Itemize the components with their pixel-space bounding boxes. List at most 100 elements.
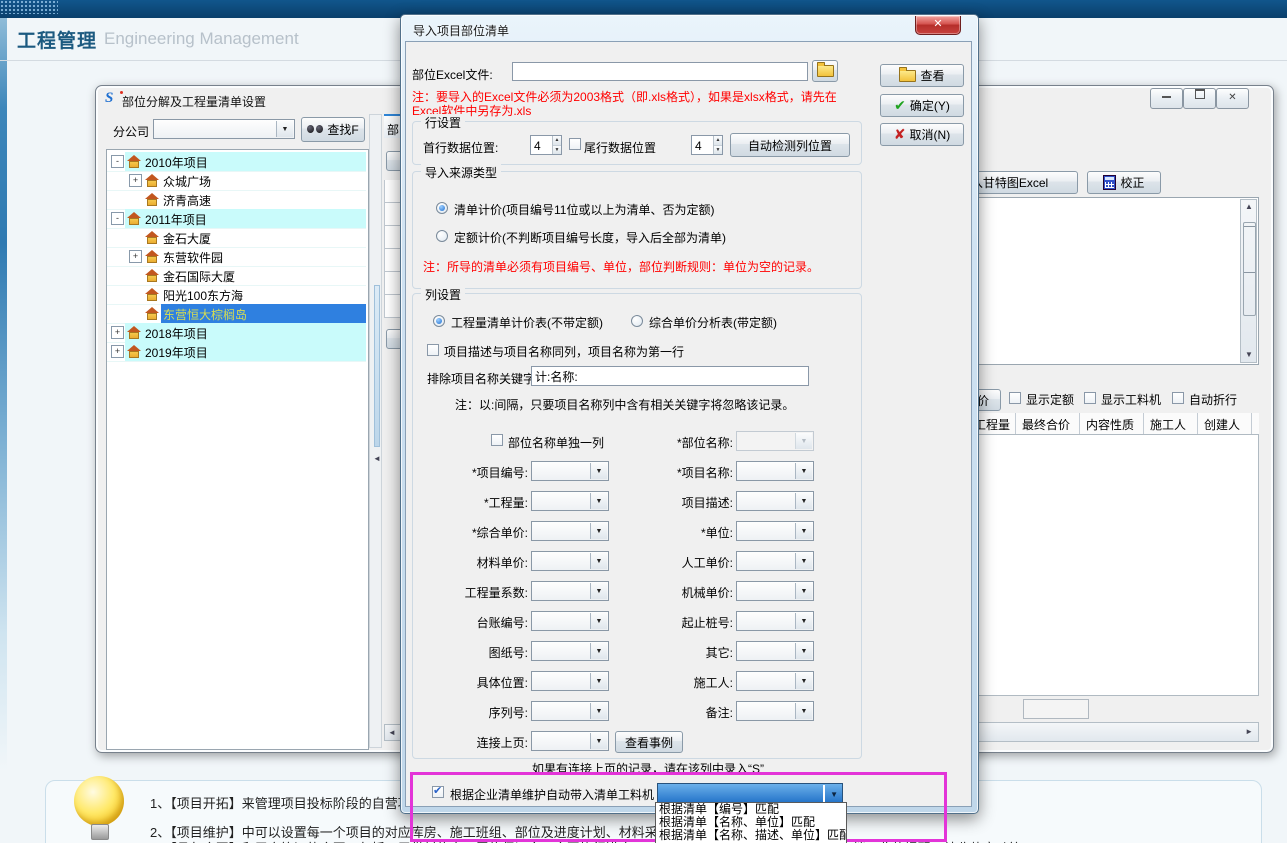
part-name-select[interactable]: ▼	[736, 431, 814, 451]
tree-expand-icon[interactable]: +	[129, 250, 142, 263]
boq-table-radio[interactable]	[433, 315, 445, 327]
tree-item-jiqing[interactable]: 济青高速	[107, 190, 366, 210]
dropdown-option-3[interactable]: 根据清单【名称、描述、单位】匹配	[656, 829, 846, 842]
tree-item-2011[interactable]: - 2011年项目	[107, 209, 366, 229]
column-header[interactable]: 创建人	[1198, 413, 1252, 434]
exclude-note: 注：以:间隔，只要项目名称列中含有相关关键字将忽略该记录。	[455, 396, 794, 413]
project-code-select[interactable]: ▼	[531, 461, 609, 481]
material-price-select[interactable]: ▼	[531, 551, 609, 571]
exclude-keyword-input[interactable]	[531, 366, 809, 386]
combined-price-select[interactable]: ▼	[531, 521, 609, 541]
tree-item-2018[interactable]: + 2018年项目	[107, 323, 366, 343]
close-button[interactable]: ✕	[1216, 88, 1249, 109]
unit-analysis-radio[interactable]	[631, 315, 643, 327]
drawing-no-select[interactable]: ▼	[531, 641, 609, 661]
branch-combobox[interactable]: ▼	[153, 119, 295, 139]
app-subtitle: Engineering Management	[104, 29, 299, 49]
other-select[interactable]: ▼	[736, 641, 814, 661]
field-label: 备注:	[618, 704, 733, 721]
vertical-scrollbar[interactable]: ▲ ▼	[1240, 199, 1257, 363]
collapse-panel-icon[interactable]: ◄	[373, 455, 381, 463]
tree-item-dongying-soft[interactable]: + 东营软件园	[107, 247, 366, 267]
spin-down-icon[interactable]: ▼	[714, 146, 722, 155]
project-desc-select[interactable]: ▼	[736, 491, 814, 511]
tree-item-2010[interactable]: - 2010年项目	[107, 152, 366, 172]
tree-item-zhongcheng[interactable]: + 众城广场	[107, 171, 366, 191]
link-prev-select[interactable]: ▼	[531, 731, 609, 751]
ok-button[interactable]: ✔确定(Y)	[880, 94, 964, 117]
labor-price-select[interactable]: ▼	[736, 551, 814, 571]
tree-expand-icon[interactable]: +	[111, 326, 124, 339]
unit-select[interactable]: ▼	[736, 521, 814, 541]
tree-collapse-icon[interactable]: -	[111, 212, 124, 225]
spin-up-icon[interactable]: ▲	[553, 136, 561, 146]
part-name-separate-checkbox[interactable]	[491, 434, 503, 446]
quantity-factor-select[interactable]: ▼	[531, 581, 609, 601]
column-header[interactable]: 最终合价	[1016, 413, 1080, 434]
find-button-label: 查找F	[327, 121, 358, 138]
house-icon	[145, 288, 159, 301]
calibrate-button[interactable]: 校正	[1087, 171, 1161, 194]
chevron-down-icon: ▼	[795, 463, 812, 479]
right-horizontal-scrollbar[interactable]: ►	[969, 722, 1259, 742]
cancel-button[interactable]: ✘取消(N)	[880, 123, 964, 146]
tree-item-jinshi-intl[interactable]: 金石国际大厦	[107, 266, 366, 286]
tree-item-2019[interactable]: + 2019年项目	[107, 342, 366, 362]
scroll-up-icon[interactable]: ▲	[1245, 203, 1253, 211]
notes-textarea[interactable]: ▲ ▼	[969, 197, 1259, 365]
chevron-down-icon: ▼	[795, 493, 812, 509]
show-quota-checkbox[interactable]	[1009, 392, 1021, 404]
ledger-code-select[interactable]: ▼	[531, 611, 609, 631]
auto-wrap-checkbox[interactable]	[1172, 392, 1184, 404]
exclude-keyword-label: 排除项目名称关键字	[427, 370, 535, 387]
view-example-button[interactable]: 查看事例	[615, 731, 683, 753]
tree-item-jinshi[interactable]: 金石大厦	[107, 228, 366, 248]
spin-down-icon[interactable]: ▼	[553, 146, 561, 155]
tree-collapse-icon[interactable]: -	[111, 155, 124, 168]
browse-file-button[interactable]	[812, 60, 838, 82]
first-row-value[interactable]	[531, 136, 552, 154]
worker-select[interactable]: ▼	[736, 671, 814, 691]
auto-detect-button[interactable]: 自动检测列位置	[730, 133, 850, 157]
find-button[interactable]: 查找F	[301, 117, 365, 142]
house-icon	[145, 269, 159, 282]
show-materials-checkbox[interactable]	[1084, 392, 1096, 404]
desc-same-col-checkbox[interactable]	[427, 344, 439, 356]
match-mode-dropdown: 根据清单【编号】匹配 根据清单【名称、单位】匹配 根据清单【名称、描述、单位】匹…	[655, 802, 847, 843]
mapping-row-9: 具体位置: ▼ 施工人: ▼	[413, 671, 861, 693]
tail-row-spinner[interactable]: ▲▼	[691, 135, 723, 155]
quantity-select[interactable]: ▼	[531, 491, 609, 511]
project-name-select[interactable]: ▼	[736, 461, 814, 481]
tree-expand-icon[interactable]: +	[111, 345, 124, 358]
tree-item-label: 2010年项目	[145, 154, 208, 171]
minimize-button[interactable]	[1150, 88, 1183, 109]
scroll-right-icon[interactable]: ►	[1245, 728, 1253, 736]
stake-range-select[interactable]: ▼	[736, 611, 814, 631]
serial-select[interactable]: ▼	[531, 701, 609, 721]
view-button[interactable]: 查看	[880, 64, 964, 87]
tree-item-yangguang[interactable]: 阳光100东方海	[107, 285, 366, 305]
machine-price-select[interactable]: ▼	[736, 581, 814, 601]
field-label: *项目编号:	[413, 464, 528, 481]
maximize-button[interactable]	[1183, 88, 1216, 109]
remark-select[interactable]: ▼	[736, 701, 814, 721]
excel-file-input[interactable]	[512, 62, 808, 81]
scroll-down-icon[interactable]: ▼	[1245, 351, 1253, 359]
scroll-left-icon[interactable]: ◄	[388, 729, 396, 737]
panel-splitter[interactable]: ◄	[369, 114, 382, 748]
spin-up-icon[interactable]: ▲	[714, 136, 722, 146]
scrollbar-thumb[interactable]	[1243, 222, 1256, 316]
status-box	[1023, 699, 1089, 719]
dialog-close-button[interactable]: ✕	[915, 16, 961, 35]
quota-pricing-radio[interactable]	[436, 230, 448, 242]
tail-row-checkbox[interactable]	[569, 138, 581, 150]
column-header[interactable]: 施工人	[1144, 413, 1198, 434]
tree-expand-icon[interactable]: +	[129, 174, 142, 187]
column-header[interactable]: 内容性质	[1080, 413, 1144, 434]
list-pricing-radio[interactable]	[436, 202, 448, 214]
first-row-spinner[interactable]: ▲▼	[530, 135, 562, 155]
tree-item-selected[interactable]: 东营恒大棕榈岛	[107, 304, 366, 324]
ok-button-label: 确定(Y)	[910, 97, 950, 114]
location-select[interactable]: ▼	[531, 671, 609, 691]
tail-row-value[interactable]	[692, 136, 713, 154]
